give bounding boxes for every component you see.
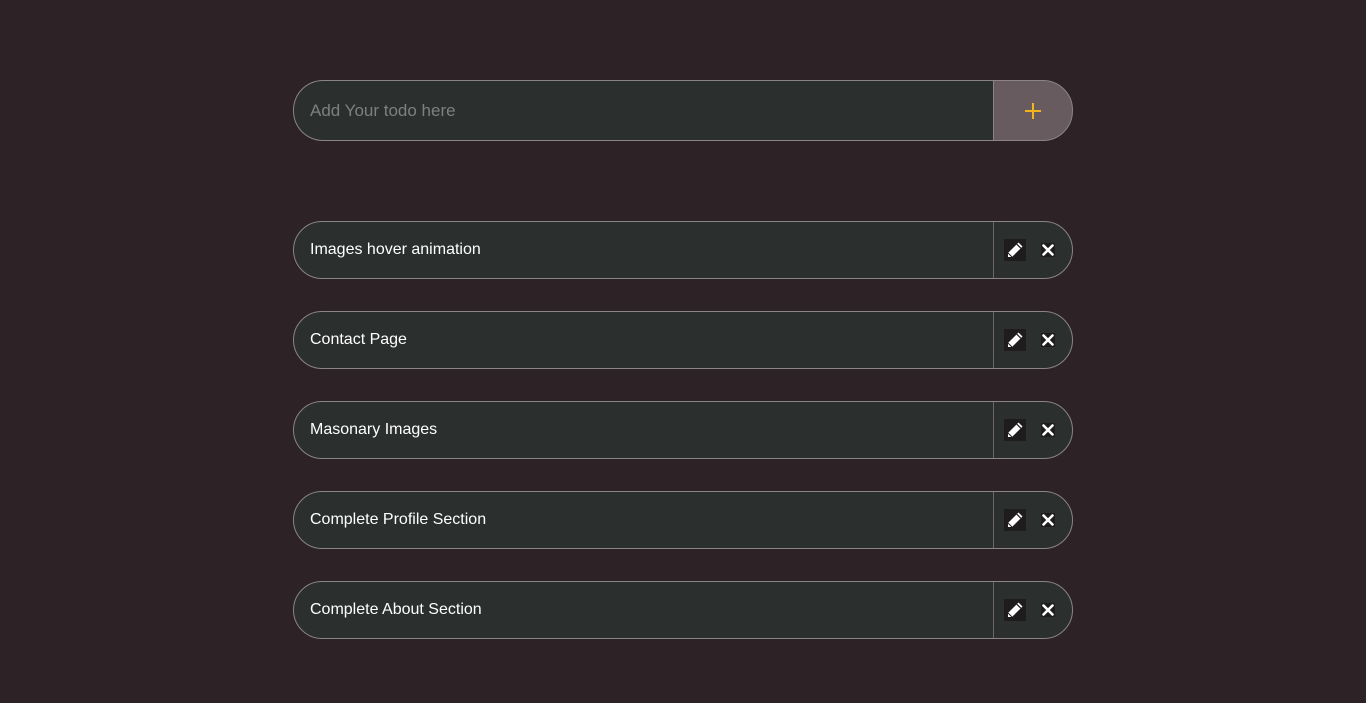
close-icon [1042,334,1054,346]
close-icon [1042,424,1054,436]
edit-todo-button[interactable] [1004,239,1026,261]
delete-todo-button[interactable] [1041,333,1055,347]
todo-text: Masonary Images [310,421,438,438]
todo-item: Masonary Images [293,401,1073,459]
edit-todo-button[interactable] [1004,599,1026,621]
todo-actions [993,312,1072,368]
todo-actions [993,222,1072,278]
close-icon [1042,604,1054,616]
pencil-icon [1007,332,1023,348]
edit-todo-button[interactable] [1004,419,1026,441]
todo-item: Contact Page [293,311,1073,369]
delete-todo-button[interactable] [1041,243,1055,257]
todo-text: Complete About Section [310,601,482,618]
pencil-icon [1007,602,1023,618]
todo-item: Images hover animation [293,221,1073,279]
pencil-icon [1007,512,1023,528]
add-todo-button[interactable] [993,80,1073,141]
todo-text: Contact Page [310,331,407,348]
delete-todo-button[interactable] [1041,603,1055,617]
todo-actions [993,582,1072,638]
todo-actions [993,492,1072,548]
plus-icon [1025,102,1041,119]
pencil-icon [1007,242,1023,258]
pencil-icon [1007,422,1023,438]
close-icon [1042,244,1054,256]
todo-item: Complete Profile Section [293,491,1073,549]
edit-todo-button[interactable] [1004,509,1026,531]
delete-todo-button[interactable] [1041,423,1055,437]
edit-todo-button[interactable] [1004,329,1026,351]
todo-actions [993,402,1072,458]
add-todo-form [293,80,1073,141]
todo-input[interactable] [293,80,993,141]
close-icon [1042,514,1054,526]
todo-list: Images hover animation Contact Page Maso… [293,221,1073,671]
todo-text: Complete Profile Section [310,511,487,528]
todo-text: Images hover animation [310,241,481,258]
todo-item: Complete About Section [293,581,1073,639]
delete-todo-button[interactable] [1041,513,1055,527]
